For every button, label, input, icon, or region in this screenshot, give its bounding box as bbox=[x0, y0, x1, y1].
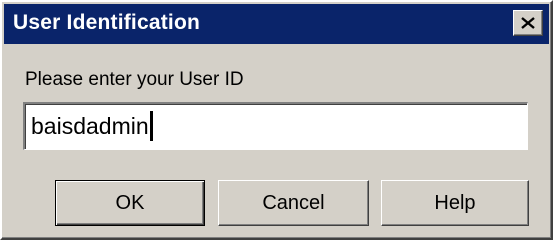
user-id-input[interactable]: baisdadmin bbox=[23, 102, 528, 150]
text-caret bbox=[149, 111, 153, 141]
close-button[interactable] bbox=[513, 10, 543, 36]
window-title: User Identification bbox=[13, 11, 200, 34]
close-icon bbox=[521, 17, 535, 29]
title-bar[interactable]: User Identification bbox=[4, 4, 549, 44]
user-identification-dialog: User Identification Please enter your Us… bbox=[0, 0, 553, 240]
user-id-input-value: baisdadmin bbox=[31, 113, 149, 139]
user-id-prompt: Please enter your User ID bbox=[25, 69, 244, 90]
help-button[interactable]: Help bbox=[381, 180, 529, 226]
cancel-button[interactable]: Cancel bbox=[218, 180, 369, 226]
ok-button[interactable]: OK bbox=[55, 180, 205, 226]
